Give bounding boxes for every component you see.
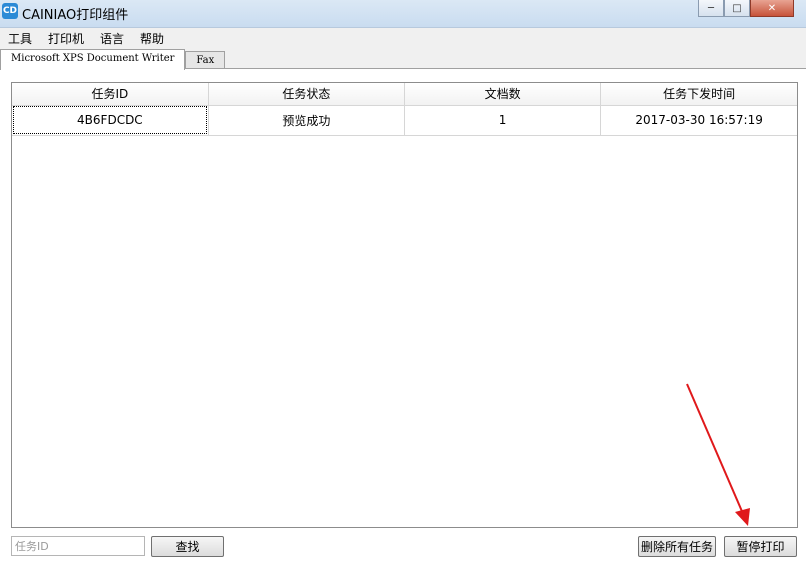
menu-item-printer[interactable]: 打印机: [40, 28, 92, 48]
delete-all-tasks-button[interactable]: 删除所有任务: [638, 536, 716, 557]
title-bar: CD CAINIAO打印组件 ─ □ ✕: [0, 0, 806, 28]
table-header-row: 任务ID 任务状态 文档数 任务下发时间: [12, 83, 797, 106]
tab-panel: 任务ID 任务状态 文档数 任务下发时间 4B6FDCDC 预览成功 1 201…: [0, 68, 806, 565]
printer-tabs: Microsoft XPS Document Writer Fax: [0, 49, 226, 70]
cell-doc-count[interactable]: 1: [404, 105, 602, 136]
window-controls: ─ □ ✕: [698, 0, 794, 17]
task-table: 任务ID 任务状态 文档数 任务下发时间 4B6FDCDC 预览成功 1 201…: [12, 83, 797, 136]
column-header-task-status[interactable]: 任务状态: [208, 83, 406, 106]
column-header-issue-time[interactable]: 任务下发时间: [600, 83, 797, 106]
cell-task-id[interactable]: 4B6FDCDC: [12, 105, 209, 136]
close-icon[interactable]: ✕: [750, 0, 794, 17]
column-header-doc-count[interactable]: 文档数: [404, 83, 602, 106]
pause-printing-button[interactable]: 暂停打印: [724, 536, 797, 557]
maximize-icon[interactable]: □: [724, 0, 750, 17]
task-grid: 任务ID 任务状态 文档数 任务下发时间 4B6FDCDC 预览成功 1 201…: [11, 82, 798, 528]
task-id-search-input[interactable]: [11, 536, 145, 556]
cell-issue-time[interactable]: 2017-03-30 16:57:19: [600, 105, 797, 136]
menu-item-language[interactable]: 语言: [92, 28, 132, 48]
window-title: CAINIAO打印组件: [22, 8, 129, 23]
minimize-icon[interactable]: ─: [698, 0, 724, 17]
app-logo-icon: CD: [2, 3, 18, 19]
cell-task-status[interactable]: 预览成功: [208, 105, 406, 136]
menu-item-tools[interactable]: 工具: [0, 28, 40, 48]
menu-item-help[interactable]: 帮助: [132, 28, 172, 48]
find-button[interactable]: 查找: [151, 536, 224, 557]
tab-xps-writer[interactable]: Microsoft XPS Document Writer: [0, 49, 186, 70]
menu-bar: 工具 打印机 语言 帮助: [0, 28, 806, 48]
column-header-task-id[interactable]: 任务ID: [12, 83, 209, 106]
table-row[interactable]: 4B6FDCDC 预览成功 1 2017-03-30 16:57:19: [12, 105, 797, 136]
